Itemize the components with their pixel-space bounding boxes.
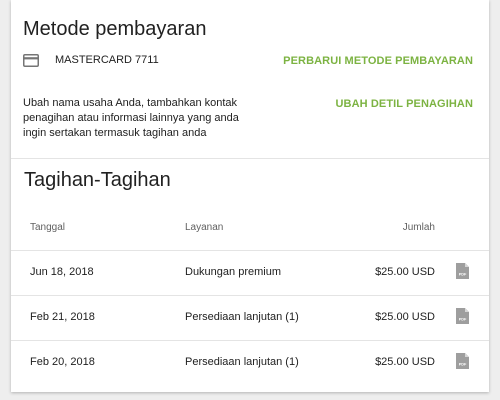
bill-amount: $25.00 USD <box>375 311 435 323</box>
table-row: Jun 18, 2018 Dukungan premium $25.00 USD… <box>11 251 489 296</box>
pdf-icon[interactable]: PDF <box>456 353 469 369</box>
bill-service: Persediaan lanjutan (1) <box>185 356 299 368</box>
bill-date: Feb 21, 2018 <box>30 311 95 323</box>
bill-date: Jun 18, 2018 <box>30 266 94 278</box>
table-row: Feb 21, 2018 Persediaan lanjutan (1) $25… <box>11 296 489 341</box>
bill-service: Persediaan lanjutan (1) <box>185 311 299 323</box>
card-label: MASTERCARD 7711 <box>55 54 159 66</box>
column-header-date: Tanggal <box>30 222 66 233</box>
payment-method-title: Metode pembayaran <box>23 18 207 40</box>
update-payment-method-button[interactable]: PERBARUI METODE PEMBAYARAN <box>283 55 473 67</box>
billing-card: Metode pembayaran MASTERCARD 7711 PERBAR… <box>11 0 489 392</box>
bills-title: Tagihan-Tagihan <box>24 169 171 191</box>
svg-text:PDF: PDF <box>459 273 467 277</box>
bill-service: Dukungan premium <box>185 266 281 278</box>
billing-details-description: Ubah nama usaha Anda, tambahkan kontak p… <box>23 97 239 139</box>
bill-amount: $25.00 USD <box>375 356 435 368</box>
column-header-amount: Jumlah <box>402 222 435 233</box>
pdf-icon[interactable]: PDF <box>456 263 469 279</box>
bill-date: Feb 20, 2018 <box>30 356 95 368</box>
bill-amount: $25.00 USD <box>375 266 435 278</box>
credit-card-icon <box>23 54 39 67</box>
bills-table: Tanggal Layanan Jumlah Jun 18, 2018 Duku… <box>11 206 489 385</box>
svg-text:PDF: PDF <box>459 363 467 367</box>
payment-method-section: Metode pembayaran MASTERCARD 7711 PERBAR… <box>11 0 489 159</box>
table-header: Tanggal Layanan Jumlah <box>11 206 489 251</box>
svg-text:PDF: PDF <box>459 318 467 322</box>
pdf-icon[interactable]: PDF <box>456 308 469 324</box>
change-billing-details-button[interactable]: UBAH DETIL PENAGIHAN <box>336 98 473 110</box>
column-header-service: Layanan <box>185 222 224 233</box>
table-row: Feb 20, 2018 Persediaan lanjutan (1) $25… <box>11 341 489 385</box>
